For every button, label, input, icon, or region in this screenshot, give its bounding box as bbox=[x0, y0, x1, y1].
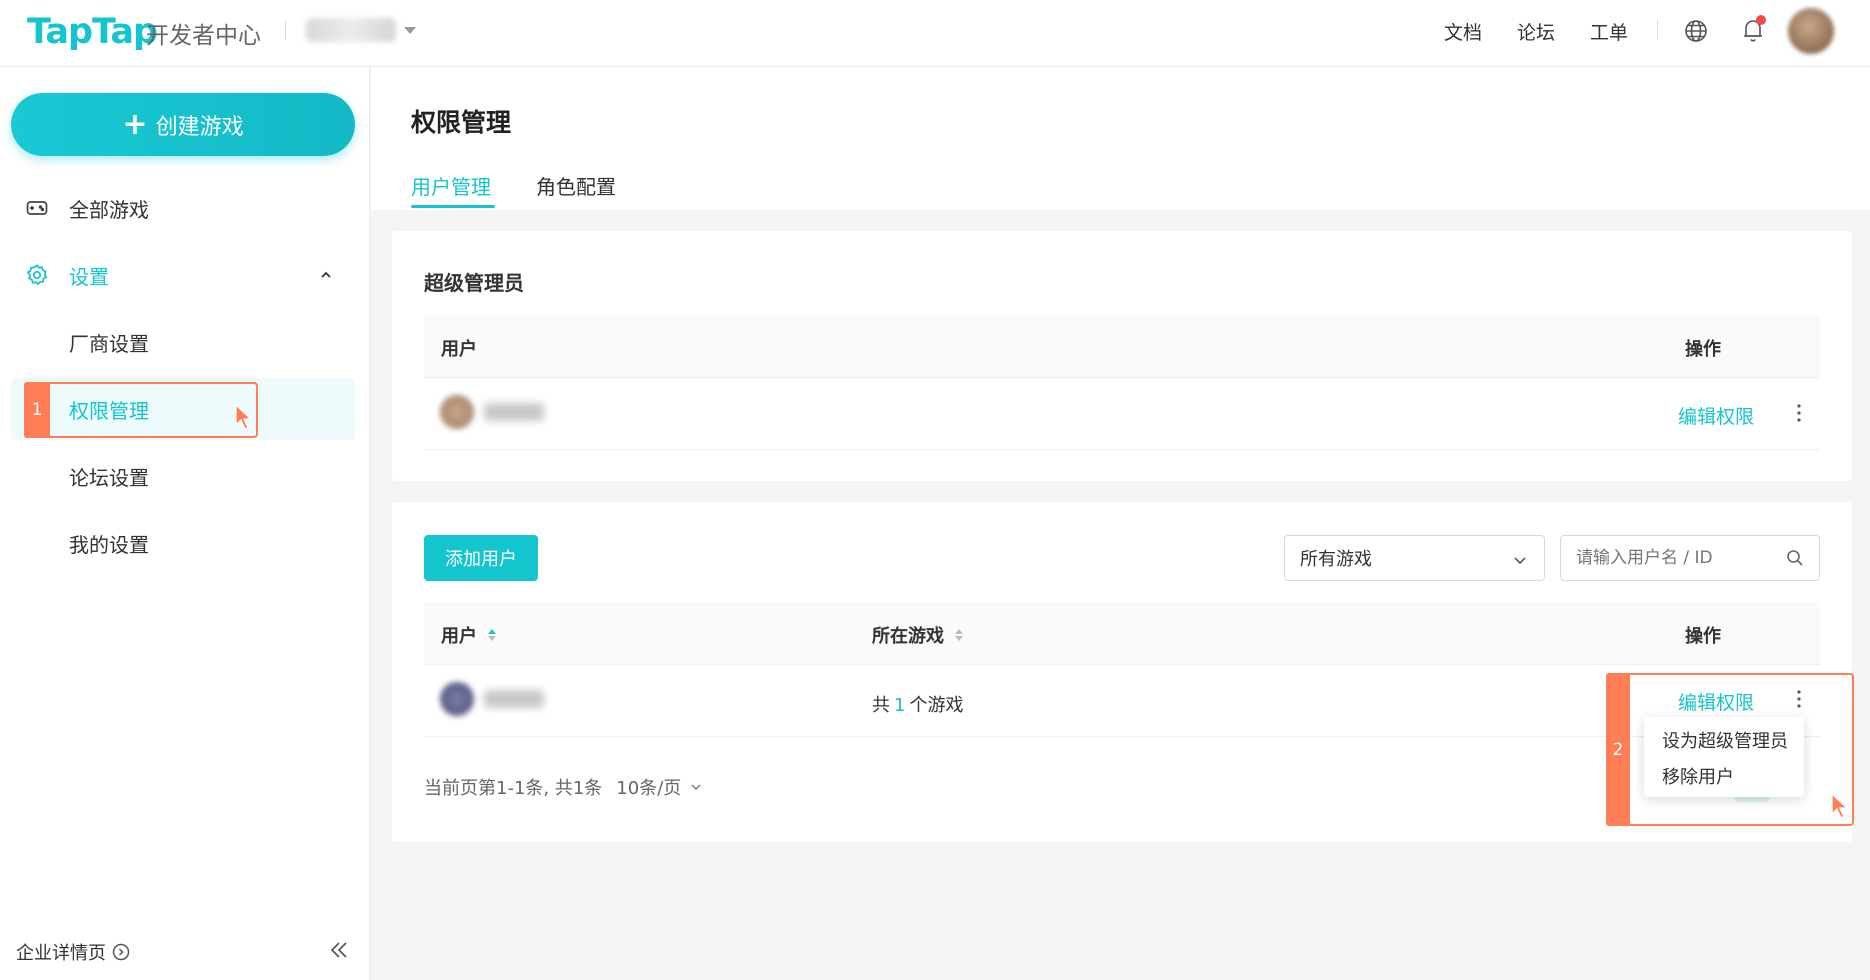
sidebar-item-label: 厂商设置 bbox=[69, 331, 149, 356]
active-tab-indicator bbox=[411, 205, 495, 208]
sidebar-item-label: 论坛设置 bbox=[69, 465, 149, 490]
page-title: 权限管理 bbox=[411, 108, 512, 137]
sidebar-item-label: 设置 bbox=[69, 264, 109, 289]
create-game-button[interactable]: + 创建游戏 bbox=[11, 93, 355, 156]
super-admin-title: 超级管理员 bbox=[424, 271, 524, 295]
forum-link[interactable]: 论坛 bbox=[1517, 18, 1555, 45]
search-icon[interactable] bbox=[1786, 549, 1804, 567]
arrow-circle-right-icon bbox=[112, 943, 130, 961]
sidebar-item-forum-settings[interactable]: 论坛设置 bbox=[0, 445, 370, 507]
organization-selector[interactable] bbox=[306, 14, 416, 46]
globe-icon[interactable] bbox=[1684, 19, 1708, 43]
games-count-number[interactable]: 1 bbox=[894, 695, 905, 716]
developer-center-title: 开发者中心 bbox=[146, 23, 261, 49]
gear-icon bbox=[26, 264, 48, 286]
sidebar-item-settings[interactable]: 设置 bbox=[0, 245, 370, 305]
sidebar-item-label: 全部游戏 bbox=[69, 197, 149, 222]
chevron-down-icon bbox=[1514, 557, 1526, 565]
super-admin-card: 超级管理员 用户 操作 编辑权限 bbox=[392, 231, 1852, 481]
taptap-logo[interactable]: TapTap bbox=[27, 12, 158, 52]
collapse-sidebar-icon[interactable] bbox=[328, 939, 350, 961]
ticket-link[interactable]: 工单 bbox=[1590, 18, 1628, 45]
pagination-summary: 当前页第1-1条, 共1条 bbox=[424, 778, 603, 799]
avatar bbox=[440, 395, 474, 429]
games-count: 共 1 个游戏 bbox=[872, 691, 963, 717]
column-header-action: 操作 bbox=[1685, 626, 1721, 647]
table-header: 用户 操作 bbox=[424, 315, 1820, 378]
add-user-button[interactable]: 添加用户 bbox=[424, 535, 538, 581]
sidebar: + 创建游戏 全部游戏 设置 厂商设置 权限管理 论坛设置 我的设置 企业详情页 bbox=[0, 67, 370, 980]
caret-down-icon bbox=[404, 26, 416, 34]
username-blurred bbox=[484, 690, 544, 708]
username-blurred bbox=[484, 403, 544, 421]
docs-link[interactable]: 文档 bbox=[1444, 18, 1482, 45]
sidebar-item-vendor-settings[interactable]: 厂商设置 bbox=[0, 311, 370, 373]
tab-user-management[interactable]: 用户管理 bbox=[411, 171, 491, 200]
tab-role-config[interactable]: 角色配置 bbox=[536, 171, 616, 200]
notification-badge bbox=[1756, 15, 1766, 25]
mouse-cursor-icon bbox=[1831, 792, 1849, 819]
page-size-select[interactable]: 10条/页 bbox=[616, 774, 703, 800]
highlight-number: 2 bbox=[1606, 673, 1630, 826]
sort-icon[interactable] bbox=[954, 628, 964, 642]
column-header-user: 用户 bbox=[441, 339, 477, 360]
sidebar-item-my-settings[interactable]: 我的设置 bbox=[0, 512, 370, 574]
top-header: TapTap 开发者中心 文档 论坛 工单 bbox=[0, 0, 1870, 67]
column-header-games[interactable]: 所在游戏 bbox=[872, 622, 964, 648]
game-filter-value: 所有游戏 bbox=[1300, 549, 1372, 570]
company-details-label: 企业详情页 bbox=[16, 943, 106, 964]
table-header: 用户 所在游戏 操作 bbox=[424, 602, 1820, 665]
more-vertical-icon[interactable] bbox=[1796, 403, 1802, 423]
highlight-box bbox=[24, 382, 258, 438]
column-header-label: 所在游戏 bbox=[872, 626, 944, 647]
pagination: 当前页第1-1条, 共1条 10条/页 bbox=[424, 774, 703, 800]
user-cell-blurred bbox=[440, 682, 544, 716]
column-header-label: 用户 bbox=[441, 626, 477, 647]
mouse-cursor-icon bbox=[235, 403, 253, 430]
column-header-action: 操作 bbox=[1685, 339, 1721, 360]
chevron-up-icon[interactable] bbox=[318, 267, 334, 283]
header-divider bbox=[1657, 20, 1658, 40]
chevron-down-icon bbox=[691, 784, 701, 791]
sort-icon[interactable] bbox=[487, 628, 497, 642]
games-count-suffix: 个游戏 bbox=[909, 695, 964, 716]
search-input[interactable] bbox=[1560, 535, 1820, 581]
edit-permission-link[interactable]: 编辑权限 bbox=[1678, 402, 1754, 429]
organization-name-blurred bbox=[306, 18, 396, 42]
game-filter-select[interactable]: 所有游戏 bbox=[1284, 535, 1545, 581]
company-details-link[interactable]: 企业详情页 bbox=[16, 939, 130, 965]
column-header-user[interactable]: 用户 bbox=[441, 622, 497, 648]
page-header: 权限管理 用户管理 角色配置 bbox=[371, 67, 1870, 210]
create-game-label: 创建游戏 bbox=[155, 114, 244, 140]
gamepad-icon bbox=[26, 201, 48, 215]
avatar bbox=[440, 682, 474, 716]
user-avatar[interactable] bbox=[1788, 8, 1834, 54]
highlight-number: 1 bbox=[24, 382, 50, 438]
header-divider bbox=[285, 20, 286, 40]
highlight-box bbox=[1606, 673, 1854, 826]
plus-icon: + bbox=[122, 106, 148, 142]
sidebar-item-all-games[interactable]: 全部游戏 bbox=[0, 178, 370, 238]
user-cell-blurred bbox=[440, 395, 544, 429]
games-count-prefix: 共 bbox=[872, 695, 890, 716]
sidebar-item-label: 我的设置 bbox=[69, 532, 149, 557]
page-size-value: 10条/页 bbox=[616, 778, 682, 799]
table-row: 编辑权限 bbox=[424, 379, 1820, 450]
